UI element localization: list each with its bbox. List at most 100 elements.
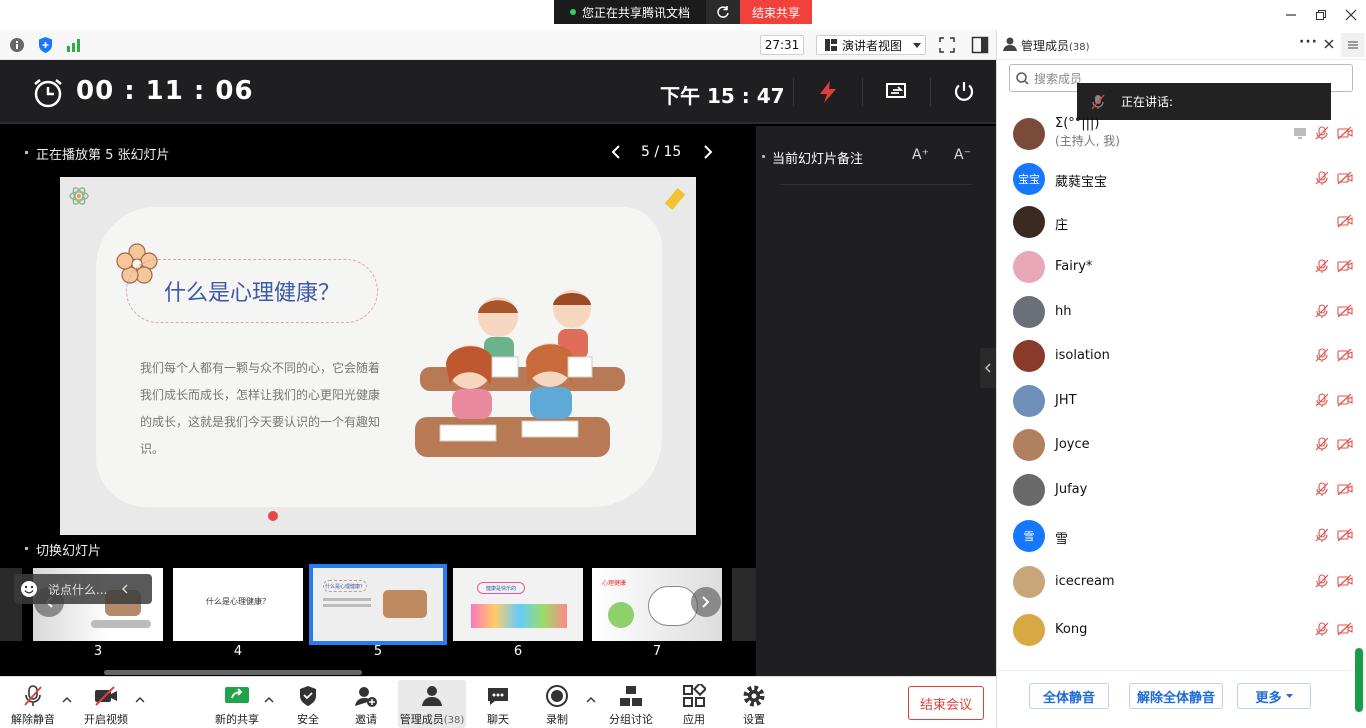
view-mode-select[interactable]: 演讲者视图 — [816, 35, 926, 55]
restore-button[interactable] — [1306, 0, 1336, 30]
power-icon[interactable] — [953, 80, 975, 102]
switch-screen-icon[interactable] — [885, 81, 907, 101]
laser-pointer-icon[interactable] — [817, 80, 839, 104]
chat-button[interactable]: 聊天 — [478, 677, 518, 728]
camera-off-icon[interactable] — [1337, 348, 1353, 362]
pin-decoration-icon — [268, 511, 278, 521]
notes-title: 当前幻灯片备注 — [761, 148, 863, 167]
member-row[interactable]: Σ(°°|||) (主持人, 我) — [997, 112, 1353, 156]
minimize-button[interactable] — [1276, 0, 1306, 30]
slide-thumbnail-5[interactable]: 什么是心理健康？ — [309, 564, 447, 645]
chat-icon — [488, 688, 508, 705]
signal-icon[interactable] — [66, 38, 82, 52]
mic-muted-icon[interactable] — [1315, 437, 1329, 451]
mic-muted-icon[interactable] — [1315, 259, 1329, 273]
member-status-icons — [1293, 126, 1353, 140]
camera-off-icon[interactable] — [1337, 437, 1353, 451]
member-row[interactable]: 宝宝 葳蕤宝宝 — [997, 157, 1353, 201]
mic-muted-icon[interactable] — [1315, 574, 1329, 588]
video-label: 开启视频 — [84, 713, 128, 726]
now-playing-label: 正在播放第 5 张幻灯片 — [25, 144, 170, 163]
member-row[interactable]: Joyce — [997, 423, 1353, 467]
mic-muted-icon[interactable] — [1315, 482, 1329, 496]
shield-icon[interactable] — [37, 36, 54, 54]
security-button[interactable]: 安全 — [288, 677, 328, 728]
member-row[interactable]: 雪雪 — [997, 514, 1353, 558]
mute-all-button[interactable]: 全体静音 — [1029, 683, 1109, 709]
camera-off-icon — [95, 686, 117, 706]
quick-chat-input[interactable]: 说点什么... — [14, 574, 152, 604]
avatar — [1013, 296, 1045, 328]
camera-off-icon[interactable] — [1337, 528, 1353, 542]
breakout-rooms-button[interactable]: 分组讨论 — [604, 677, 658, 728]
font-increase-button[interactable]: A⁺ — [912, 147, 929, 163]
member-row[interactable]: isolation — [997, 334, 1353, 378]
members-icon — [1003, 37, 1017, 51]
manage-members-button[interactable]: 管理成员(38) — [398, 680, 466, 728]
camera-off-icon[interactable] — [1337, 214, 1353, 228]
mic-muted-icon[interactable] — [1315, 393, 1329, 407]
live-dot-icon — [569, 9, 576, 15]
more-options-icon[interactable]: ··· — [1299, 34, 1318, 50]
end-meeting-button[interactable]: 结束会议 — [908, 686, 984, 720]
camera-off-icon[interactable] — [1337, 304, 1353, 318]
member-row[interactable]: JHT — [997, 379, 1353, 423]
more-button[interactable]: 更多 — [1237, 683, 1311, 709]
current-slide: 什么是心理健康？ 我们每个人都有一颗与众不同的心，它会随着我们成长而成长，怎样让… — [60, 177, 696, 535]
camera-off-icon[interactable] — [1337, 171, 1353, 185]
member-row[interactable]: 庄 — [997, 200, 1353, 244]
chevron-up-icon[interactable] — [264, 695, 274, 705]
panel-menu-button[interactable] — [1341, 33, 1365, 57]
invite-button[interactable]: 邀请 — [346, 677, 386, 728]
avatar — [1013, 429, 1045, 461]
thumbnail-title: 什么是心理健康？ — [206, 597, 270, 606]
member-row[interactable]: Jufay — [997, 468, 1353, 512]
close-icon[interactable] — [1324, 39, 1334, 49]
start-video-button[interactable]: 开启视频 — [80, 677, 132, 728]
kids-at-desk-illustration — [415, 290, 625, 457]
font-decrease-button[interactable]: A⁻ — [954, 147, 971, 163]
sidebar-toggle-icon[interactable] — [971, 36, 989, 54]
unmute-all-button[interactable]: 解除全体静音 — [1129, 683, 1223, 709]
prev-slide-button[interactable] — [610, 144, 622, 160]
mic-muted-icon[interactable] — [1315, 171, 1329, 185]
mic-muted-icon[interactable] — [1315, 304, 1329, 318]
mic-muted-icon[interactable] — [1315, 528, 1329, 542]
thumbnail-next-button[interactable] — [691, 587, 721, 617]
next-slide-button[interactable] — [702, 144, 714, 160]
member-status-icons — [1315, 259, 1353, 273]
member-list-scrollbar[interactable] — [1355, 648, 1363, 712]
close-window-button[interactable] — [1336, 0, 1366, 30]
camera-off-icon[interactable] — [1337, 622, 1353, 636]
chevron-up-icon[interactable] — [62, 695, 72, 705]
divider — [930, 78, 931, 106]
member-row[interactable]: icecream — [997, 560, 1353, 604]
settings-button[interactable]: 设置 — [734, 677, 774, 728]
apps-button[interactable]: 应用 — [674, 677, 714, 728]
info-icon[interactable] — [9, 37, 25, 53]
unmute-button[interactable]: 解除静音 — [8, 677, 58, 728]
mic-muted-icon[interactable] — [1315, 622, 1329, 636]
avatar: 宝宝 — [1013, 163, 1045, 195]
camera-off-icon[interactable] — [1337, 574, 1353, 588]
thumbnail-scrollbar[interactable] — [104, 670, 362, 675]
refresh-share-button[interactable] — [706, 0, 740, 24]
new-share-button[interactable]: 新的共享 — [211, 677, 263, 728]
mic-muted-icon[interactable] — [1315, 348, 1329, 362]
fullscreen-icon[interactable] — [938, 36, 956, 54]
slide-thumbnail-4[interactable]: 什么是心理健康？ — [173, 568, 303, 641]
collapse-notes-button[interactable] — [980, 348, 996, 388]
camera-off-icon[interactable] — [1337, 482, 1353, 496]
camera-off-icon[interactable] — [1337, 126, 1353, 140]
slide-thumbnail-6[interactable]: 健康是快乐的 — [453, 568, 583, 641]
mic-muted-icon[interactable] — [1315, 126, 1329, 140]
chevron-up-icon[interactable] — [586, 695, 596, 705]
camera-off-icon[interactable] — [1337, 259, 1353, 273]
member-row[interactable]: hh — [997, 290, 1353, 334]
member-row[interactable]: Kong — [997, 608, 1353, 652]
member-row[interactable]: Fairy* — [997, 245, 1353, 289]
record-button[interactable]: 录制 — [537, 677, 577, 728]
camera-off-icon[interactable] — [1337, 393, 1353, 407]
chevron-up-icon[interactable] — [135, 695, 145, 705]
end-share-button[interactable]: 结束共享 — [740, 0, 812, 24]
